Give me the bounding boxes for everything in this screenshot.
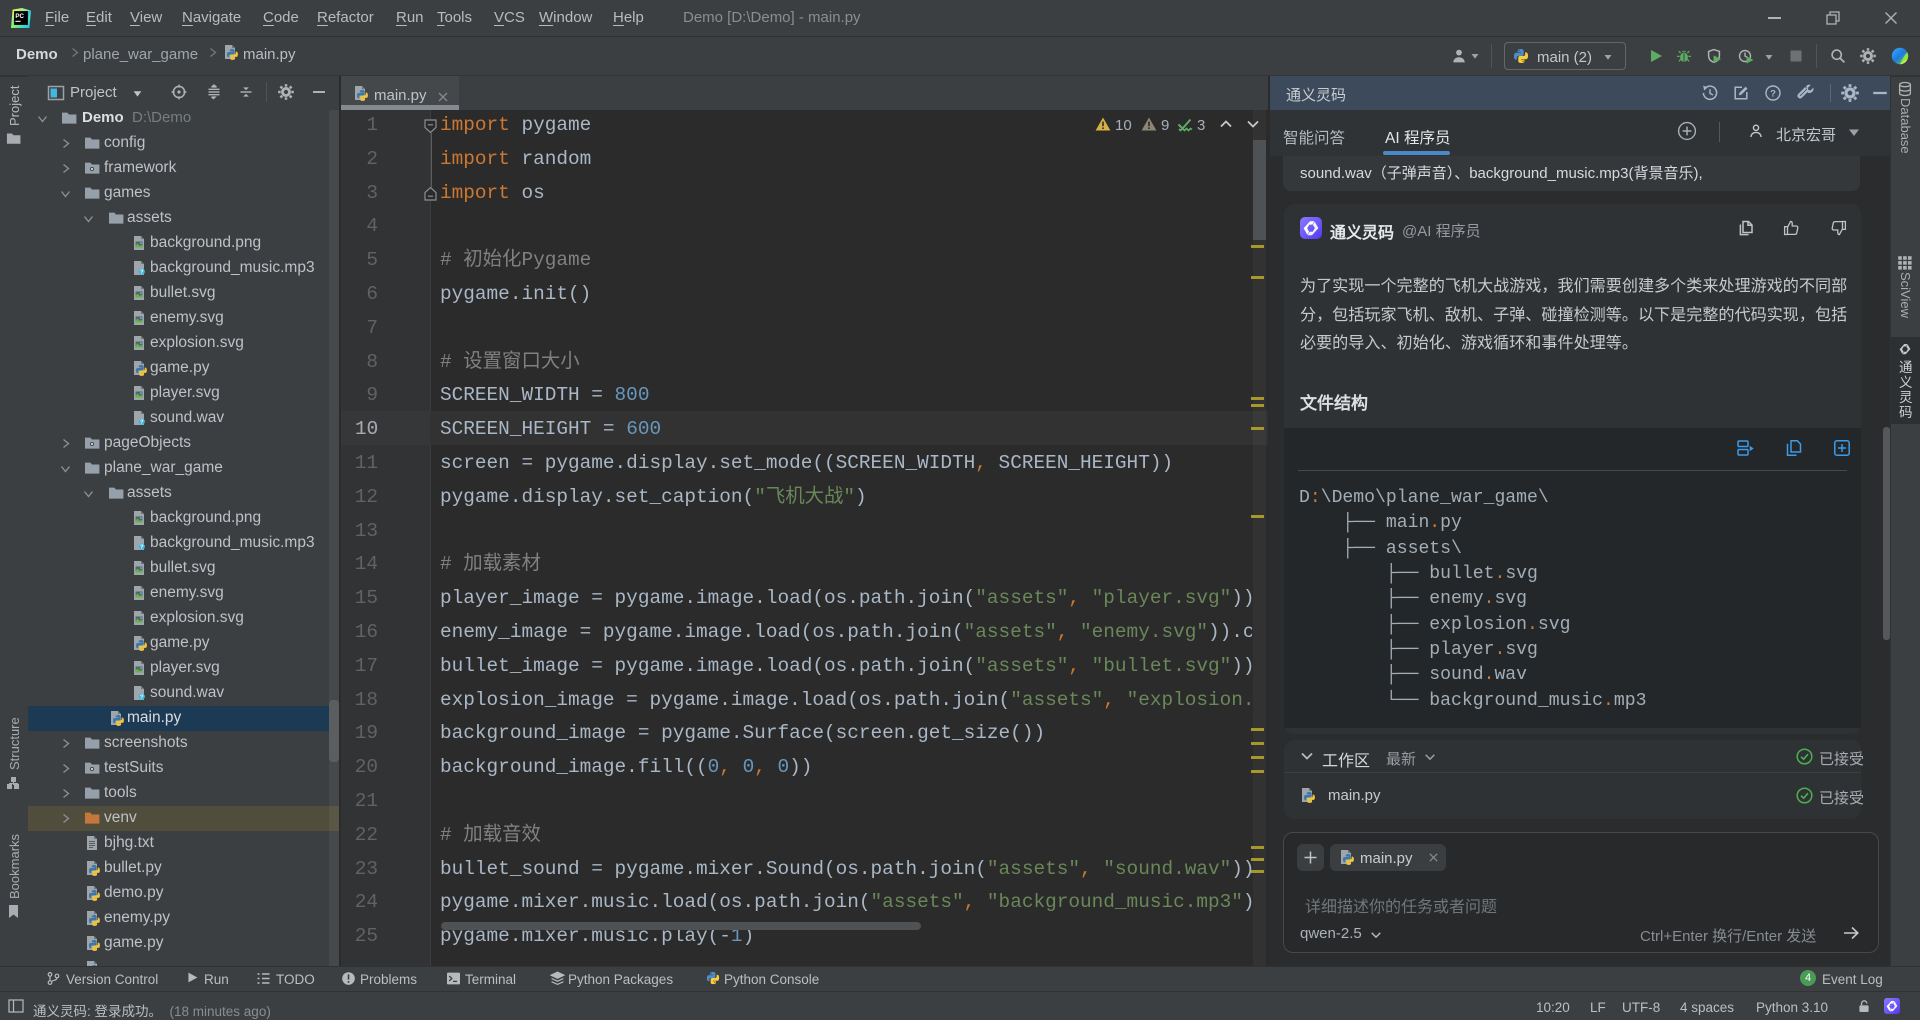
svg-text:?: ? (1770, 89, 1776, 100)
svg-text:?: ? (140, 420, 144, 426)
svg-text:PC: PC (15, 13, 24, 20)
svg-text:?: ? (140, 545, 144, 551)
svg-text:?: ? (140, 695, 144, 701)
svg-text:?: ? (140, 270, 144, 276)
